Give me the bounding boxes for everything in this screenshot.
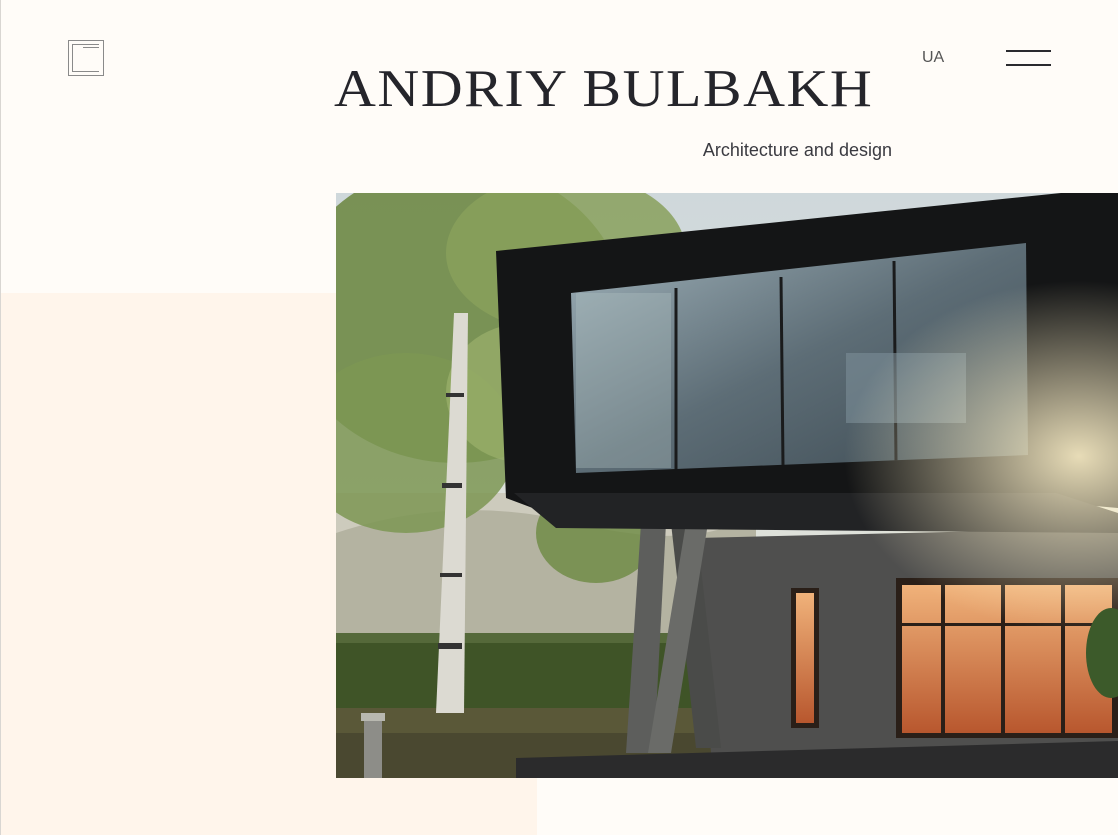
menu-line-icon	[1006, 64, 1051, 66]
menu-line-icon	[1006, 50, 1051, 52]
logo-icon[interactable]	[68, 40, 104, 76]
modern-house-illustration	[336, 193, 1118, 778]
brand-title: ANDRIY BULBAKH	[334, 58, 874, 119]
menu-button[interactable]	[1004, 48, 1052, 68]
brand-tagline: Architecture and design	[702, 140, 892, 160]
language-switch[interactable]: UA	[922, 49, 944, 67]
hero-image	[336, 193, 1118, 778]
